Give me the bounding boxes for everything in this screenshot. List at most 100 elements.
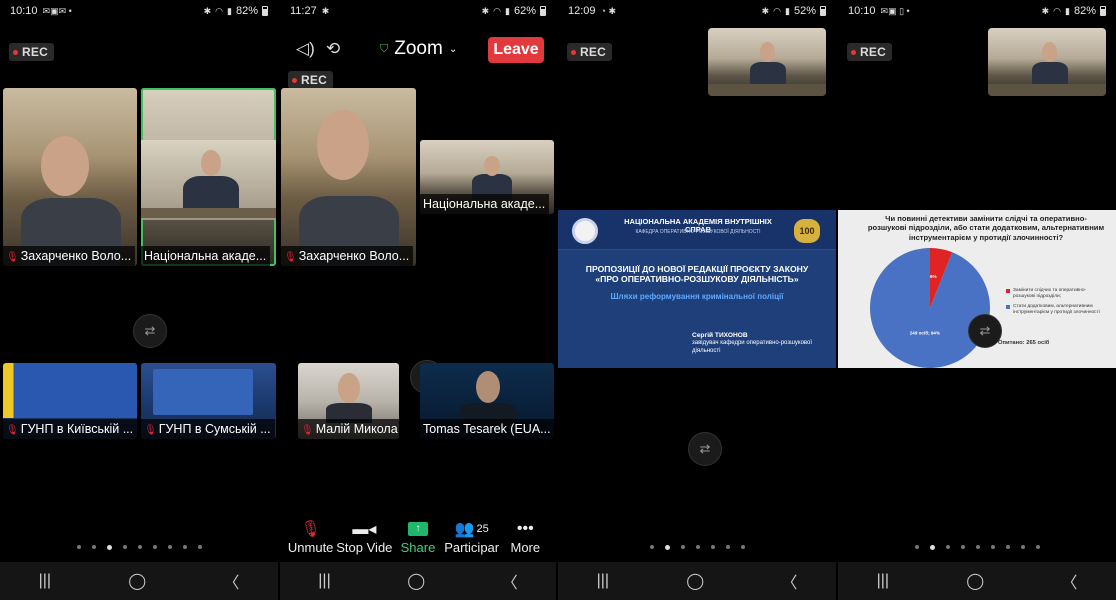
battery-icon <box>1100 6 1106 16</box>
chart-title: Чи повинні детективи замінити слідчі та … <box>867 214 1105 242</box>
page-indicator <box>558 545 836 550</box>
notification-icons: ✉▣✉ • <box>42 5 72 16</box>
battery-level: 82% <box>1073 5 1096 17</box>
video-frame <box>153 369 253 415</box>
recent-apps-icon[interactable]: ||| <box>39 572 51 590</box>
share-button[interactable]: ↑ Share <box>391 518 444 562</box>
participant-head <box>41 136 89 196</box>
video-tile[interactable]: 🎙 Захарченко Воло... <box>3 88 137 266</box>
back-icon[interactable]: 〈 <box>781 569 797 593</box>
participants-button[interactable]: 👥 25 Participar <box>444 518 499 562</box>
recent-apps-icon[interactable]: ||| <box>877 572 889 590</box>
slide-department: КАФЕДРА ОПЕРАТИВНО-РОЗШУКОВОЇ ДІЯЛЬНОСТІ <box>635 229 761 235</box>
signal-icon: ▮ <box>227 5 232 16</box>
back-icon[interactable]: 〈 <box>1061 569 1077 593</box>
video-tile-active-speaker[interactable]: Національна акаде... <box>141 88 276 266</box>
battery-level: 82% <box>235 5 258 17</box>
speaker-bluetooth-icon[interactable]: ◁) <box>296 39 315 59</box>
video-tile[interactable]: 🎙 ГУНП в Сумській ... <box>141 363 276 439</box>
legend-swatch <box>1006 289 1010 293</box>
participant-name-label: 🎙 Захарченко Воло... <box>3 246 136 266</box>
phone-screen-3: 12:09 ◔ ✱ ✱ ◠ ▮ 52% REC НАЦІОНАЛЬНА АКАД… <box>558 0 836 600</box>
participant-name-label: 🎙 ГУНП в Київській ... <box>3 419 137 439</box>
participant-head <box>338 373 360 403</box>
poll-respondents: Опитано: 265 осіб <box>998 340 1050 346</box>
unmute-button[interactable]: 🎙 Unmute <box>284 518 337 562</box>
home-icon[interactable]: ◯ <box>686 571 704 591</box>
pie-data-label-1: 249 осіб; 94% <box>910 330 940 336</box>
speaker-thumbnail[interactable] <box>988 28 1106 96</box>
share-screen-icon: ↑ <box>407 522 428 536</box>
slide-subtitle: Шляхи реформування кримінальної поліції <box>610 292 784 301</box>
video-tile[interactable]: Національна акаде... <box>420 140 554 214</box>
participant-name-label: 🎙 ГУНП в Сумській ... <box>141 419 275 439</box>
rec-dot-icon <box>292 77 297 83</box>
phone-screen-1: 10:10 ✉▣✉ • ✱ ◠ ▮ 82% REC 🎙 Захарченко Во… <box>0 0 278 600</box>
speaker-thumbnail[interactable] <box>708 28 826 96</box>
video-tile[interactable]: Tomas Tesarek (EUA... <box>420 363 554 439</box>
stop-video-button[interactable]: ▬◂ Stop Vide <box>336 518 392 562</box>
battery-icon <box>262 6 268 16</box>
academy-emblem-icon <box>572 218 598 244</box>
meeting-toolbar: 🎙 Unmute ▬◂ Stop Vide ↑ Share 👥 25 Partic… <box>280 518 556 562</box>
video-tile[interactable]: 🎙Малій Микола Іва... <box>298 363 399 439</box>
camera-switch-icon[interactable]: ⇄ <box>133 314 167 348</box>
signal-icon: ▮ <box>505 5 510 16</box>
phone-screen-2: 11:27 ✱ ✱ ◠ ▮ 62% ◁) ⟲ ⛉ Zoom ⌄ Leave RE… <box>280 0 556 600</box>
recent-apps-icon[interactable]: ||| <box>318 572 330 590</box>
back-icon[interactable]: 〈 <box>502 569 518 593</box>
android-nav-bar: ||| ◯ 〈 <box>558 562 836 600</box>
desk <box>141 208 276 218</box>
participant-head <box>201 150 221 176</box>
chevron-down-icon: ⌄ <box>448 43 458 55</box>
status-bar: 10:10 ✉▣✉ • ✱ ◠ ▮ 82% <box>0 0 278 22</box>
meeting-title[interactable]: ⛉ Zoom ⌄ <box>380 38 457 60</box>
page-indicator <box>0 545 278 550</box>
desk <box>708 84 826 96</box>
android-nav-bar: ||| ◯ 〈 <box>0 562 278 600</box>
home-icon[interactable]: ◯ <box>407 571 425 591</box>
bluetooth-icon: ✱ <box>481 5 490 16</box>
shield-icon: ⛉ <box>380 42 389 55</box>
clock: 10:10 <box>848 5 876 17</box>
back-icon[interactable]: 〈 <box>223 569 239 593</box>
status-bar: 12:09 ◔ ✱ ✱ ◠ ▮ 52% <box>558 0 836 22</box>
participant-head <box>476 371 500 403</box>
bluetooth-icon: ✱ <box>761 5 770 16</box>
camera-switch-icon[interactable]: ⇄ <box>968 314 1002 348</box>
home-icon[interactable]: ◯ <box>128 571 146 591</box>
wifi-icon: ◠ <box>215 5 224 16</box>
more-button[interactable]: ••• More <box>499 518 552 562</box>
recent-apps-icon[interactable]: ||| <box>597 572 609 590</box>
battery-icon <box>540 6 546 16</box>
video-tile[interactable]: 🎙 Захарченко Воло... <box>281 88 416 266</box>
legend-item: Замінити слідчих та оперативно-розшукові… <box>1006 288 1106 301</box>
recording-indicator: REC <box>567 43 612 61</box>
recording-indicator: REC <box>9 43 54 61</box>
camera-switch-icon[interactable]: ⇄ <box>688 432 722 466</box>
video-tile[interactable]: 🎙 ГУНП в Київській ... <box>3 363 137 439</box>
leave-button[interactable]: Leave <box>488 37 544 63</box>
switch-camera-icon[interactable]: ⟲ <box>326 39 340 59</box>
participants-icon: 👥 <box>454 521 475 538</box>
shared-presentation-slide: НАЦІОНАЛЬНА АКАДЕМІЯ ВНУТРІШНІХ СПРАВ КА… <box>558 210 836 368</box>
clock: 11:27 <box>290 5 317 17</box>
home-icon[interactable]: ◯ <box>966 571 984 591</box>
pie-chart: 16 осіб; 6%249 осіб; 94% <box>870 248 990 368</box>
video-camera-icon: ▬◂ <box>352 521 377 538</box>
participant-head <box>1042 42 1057 62</box>
participant-head <box>317 110 369 180</box>
muted-mic-icon: 🎙 <box>144 425 157 436</box>
bluetooth-icon: ✱ <box>1041 5 1050 16</box>
participant-head <box>484 156 500 176</box>
notification-icons: ✉▣ ▯ • <box>880 5 910 16</box>
participant-name-label: Національна акаде... <box>141 246 271 266</box>
participants-count: 25 <box>476 523 489 535</box>
status-bar: 11:27 ✱ ✱ ◠ ▮ 62% <box>280 0 556 22</box>
muted-mic-icon: 🎙 <box>6 425 19 436</box>
slide-author: Сергій ТИХОНОВ завідувач кафедри операти… <box>692 332 813 354</box>
muted-mic-icon: 🎙 <box>6 252 19 263</box>
recording-indicator: REC <box>847 43 892 61</box>
wifi-icon: ◠ <box>773 5 782 16</box>
battery-icon <box>820 6 826 16</box>
